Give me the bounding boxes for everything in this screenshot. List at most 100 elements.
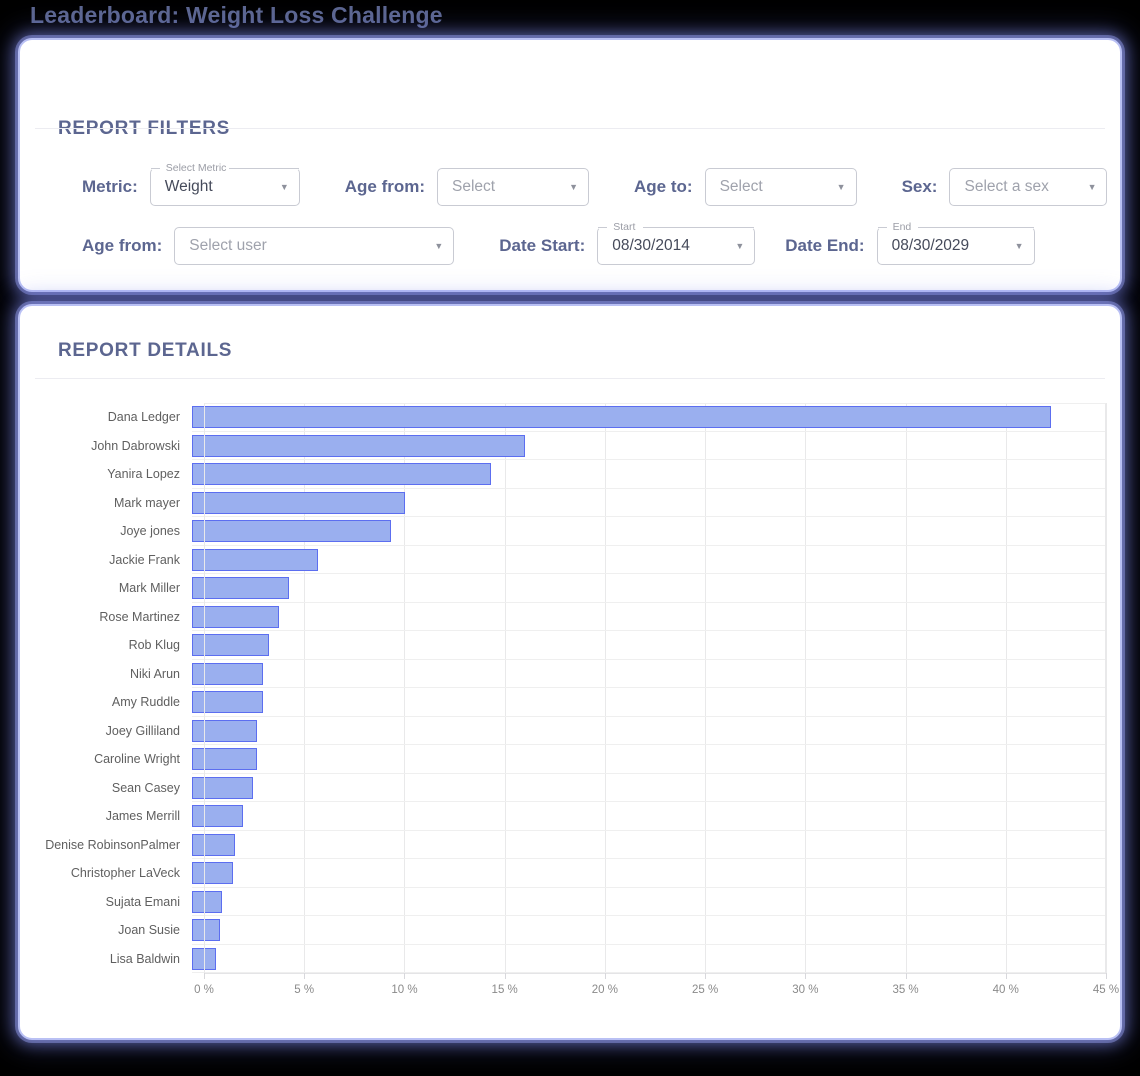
chart-row: Joey Gilliland: [38, 717, 1106, 745]
metric-label: Metric:: [82, 177, 138, 196]
user-select[interactable]: Select user ▼: [174, 227, 455, 265]
chart-bar[interactable]: [192, 463, 491, 485]
chart-row-label: Denise RobinsonPalmer: [45, 837, 180, 852]
chevron-down-icon: ▼: [1087, 181, 1097, 192]
chart-row-label: Joan Susie: [118, 923, 180, 938]
chart-bar[interactable]: [192, 919, 221, 941]
x-axis-tick-label: 45 %: [1092, 984, 1120, 996]
chart-row-track: [192, 831, 1106, 859]
report-filters-card: REPORT FILTERS Metric: Select Metric Wei…: [18, 38, 1122, 292]
x-axis-tick: [304, 973, 306, 979]
chart-bar[interactable]: [192, 890, 223, 913]
chart-row-track: [192, 717, 1106, 745]
chart-bar[interactable]: [192, 548, 318, 571]
chevron-down-icon: ▼: [279, 181, 289, 192]
chart-row-label: Rose Martinez: [99, 609, 180, 624]
report-details-heading: REPORT DETAILS: [58, 340, 233, 361]
sex-value: Select a sex: [964, 178, 1049, 195]
chart-row-label: Sujata Emani: [105, 894, 180, 909]
chart-row: Joye jones: [38, 517, 1106, 546]
x-axis-tick-label: 40 %: [992, 984, 1019, 996]
date-start-field[interactable]: Start 08/30/2014 ▼: [597, 221, 756, 265]
filter-row-secondary: Age from: Select user ▼ Date Start: Star…: [82, 221, 1035, 265]
chart-bar[interactable]: [192, 434, 526, 457]
age-from-top-label: Age from:: [344, 177, 426, 196]
chart-bar[interactable]: [192, 862, 233, 884]
chart-row-label: Mark Miller: [118, 581, 180, 596]
chart-row-track: [192, 745, 1106, 774]
chart-bar[interactable]: [192, 833, 235, 856]
x-axis-tick: [204, 973, 205, 979]
chart-row-label: Sean Casey: [111, 780, 180, 795]
chevron-down-icon: ▼: [569, 181, 579, 192]
chart-row-track: [192, 517, 1106, 546]
chart-bar[interactable]: [192, 406, 1052, 428]
chart-row-track: [192, 403, 1106, 432]
chart-bar[interactable]: [192, 947, 217, 970]
x-axis-tick: [1005, 973, 1007, 979]
chart-row: Sean Casey: [38, 774, 1106, 802]
chart-row-track: [192, 945, 1106, 973]
report-filters-heading: REPORT FILTERS: [58, 118, 231, 139]
chart-bar[interactable]: [192, 605, 280, 628]
chart-row-label: Jackie Frank: [109, 552, 180, 567]
chart-row-track: [192, 802, 1106, 831]
chart-row: Denise RobinsonPalmer: [38, 831, 1106, 859]
chart-row-track: [192, 546, 1106, 574]
chart-row-track: [192, 859, 1106, 888]
chart-bar[interactable]: [192, 805, 243, 827]
chart-bar[interactable]: [192, 719, 257, 742]
date-end-field[interactable]: End 08/30/2029 ▼: [876, 221, 1035, 265]
chart-row-label: James Merrill: [105, 809, 180, 824]
chart-row-track: [192, 432, 1106, 460]
x-axis-tick-label: 0 %: [194, 984, 214, 996]
age-to-label: Age to:: [634, 177, 693, 196]
chevron-down-icon: ▼: [836, 181, 846, 192]
sex-select[interactable]: Select a sex ▼: [949, 168, 1108, 206]
x-axis-tick-label: 15 %: [491, 984, 518, 996]
chart-row-label: Niki Arun: [129, 666, 180, 681]
chart-bar[interactable]: [192, 691, 264, 713]
chart-bar[interactable]: [192, 577, 290, 599]
user-label: Age from:: [82, 236, 163, 255]
x-axis-tick: [805, 973, 807, 979]
chart-row-label: Amy Ruddle: [111, 695, 180, 710]
chart-row-label: Joye jones: [120, 524, 180, 539]
x-axis-tick-label: 5 %: [294, 984, 315, 996]
chart-row-label: Lisa Baldwin: [109, 951, 180, 966]
x-axis-tick-label: 20 %: [591, 984, 618, 996]
chart-row-track: [192, 888, 1106, 916]
metric-value: Weight: [164, 178, 213, 195]
chart-row: James Merrill: [38, 802, 1106, 831]
chart-bar[interactable]: [192, 520, 392, 542]
user-value: Select user: [189, 237, 267, 254]
chart-bar[interactable]: [192, 634, 270, 656]
age-to-select[interactable]: Select ▼: [704, 168, 857, 206]
x-axis-tick: [905, 973, 907, 979]
date-start-float-label: Start: [610, 221, 639, 233]
metric-select[interactable]: Select Metric Weight ▼: [149, 162, 300, 206]
chart-row: Lisa Baldwin: [38, 945, 1106, 973]
leaderboard-bar-chart: Dana Ledger John Dabrowski Yanira Lopez Mar…: [38, 396, 1119, 1016]
chart-bar[interactable]: [192, 748, 257, 770]
filters-divider: [35, 128, 1105, 129]
chart-row-label: Caroline Wright: [94, 752, 180, 767]
chart-row-track: [192, 631, 1106, 660]
age-from-top-value: Select: [452, 178, 496, 195]
chart-row-track: [192, 460, 1106, 489]
filter-row-primary: Metric: Select Metric Weight ▼ Age from:…: [82, 162, 1108, 206]
chevron-down-icon: ▼: [434, 240, 444, 251]
chart-row-track: [192, 489, 1106, 517]
chart-row: Christopher LaVeck: [38, 859, 1106, 888]
chart-row-track: [192, 603, 1106, 631]
chart-bar[interactable]: [192, 662, 264, 685]
chart-row: Mark mayer: [38, 489, 1106, 517]
chart-row-track: [192, 774, 1106, 802]
age-to-value: Select: [719, 178, 763, 195]
chart-row-track: [192, 574, 1106, 603]
report-details-card: REPORT DETAILS Dana Ledger John Dabrowski…: [18, 304, 1122, 1040]
chart-bar[interactable]: [192, 776, 253, 799]
chart-bar[interactable]: [192, 491, 406, 514]
age-from-top-select[interactable]: Select ▼: [437, 168, 590, 206]
chart-row-label: Yanira Lopez: [107, 467, 180, 482]
